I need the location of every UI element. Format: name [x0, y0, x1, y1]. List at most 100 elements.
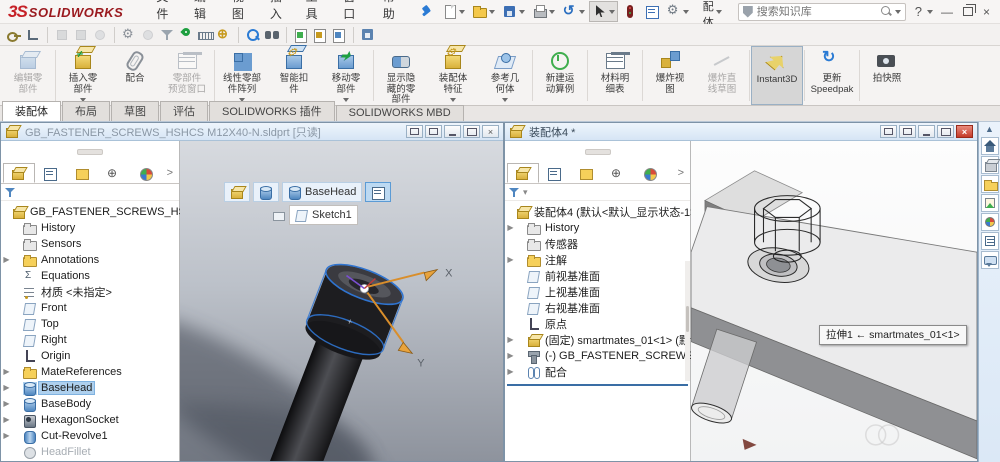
open-button[interactable]	[469, 1, 498, 22]
tree-tabs-overflow[interactable]: >	[167, 163, 179, 183]
print-button[interactable]	[529, 1, 558, 22]
rebuild-button[interactable]	[619, 1, 640, 22]
restore-button[interactable]	[963, 7, 973, 16]
export-sheet-icon[interactable]	[293, 27, 309, 43]
tree-item-gb-fastener[interactable]: ▶(-) GB_FASTENER_SCREWS_HSHCS	[505, 348, 690, 364]
chevron-down-icon[interactable]	[343, 98, 349, 102]
undock-button[interactable]	[899, 125, 916, 138]
panel-grip[interactable]	[1, 141, 179, 163]
location-pin-icon[interactable]	[178, 27, 194, 43]
tab-dimxpertmanager[interactable]	[603, 163, 635, 183]
chevron-down-icon[interactable]	[450, 98, 456, 102]
sketch1-chip[interactable]: Sketch1	[289, 205, 358, 225]
tab-propertymanager[interactable]	[539, 163, 571, 183]
breadcrumb-feature-chip[interactable]: BaseHead	[282, 182, 362, 202]
tree-item-right-plane[interactable]: 右视基准面	[505, 300, 690, 316]
ribbon-take-snapshot[interactable]: 拍快照	[861, 46, 913, 105]
ribbon-show-hidden-components[interactable]: 显示隐 藏的零 部件	[375, 46, 427, 105]
tree-item-material[interactable]: 材质 <未指定>	[1, 284, 179, 300]
expander-icon[interactable]: ▶	[505, 364, 516, 380]
tab-featuremanager[interactable]	[507, 163, 539, 183]
custom-properties-icon[interactable]	[981, 232, 999, 250]
ribbon-explode-line-sketch[interactable]: 爆炸直 线草图	[696, 46, 748, 105]
expander-icon[interactable]: ▶	[1, 396, 12, 412]
isolate-icon[interactable]	[92, 27, 108, 43]
minimize-button[interactable]: —	[941, 6, 953, 18]
tab-displaymanager[interactable]	[131, 163, 163, 183]
undock-button[interactable]	[425, 125, 442, 138]
tree-filter-row[interactable]	[1, 184, 179, 201]
magnifier-icon[interactable]	[245, 27, 261, 43]
ribbon-update-speedpak[interactable]: 更新 Speedpak	[806, 46, 858, 105]
ribbon-new-motion-study[interactable]: 新建运 动算例	[534, 46, 586, 105]
tree-item-matereferences[interactable]: ▶MateReferences	[1, 364, 179, 380]
tree-item-history[interactable]: History	[1, 220, 179, 236]
tree-scrollbar[interactable]	[685, 261, 690, 381]
ribbon-component-preview[interactable]: 零部件 预览窗口	[161, 46, 213, 105]
tree-item-smartmates[interactable]: ▶(固定) smartmates_01<1> (默认<<	[505, 332, 690, 348]
tree-item-mates[interactable]: ▶配合	[505, 364, 690, 380]
tab-displaymanager[interactable]	[635, 163, 667, 183]
assembly-viewport[interactable]: 拉伸1 ← smartmates_01<1>	[691, 141, 977, 461]
chevron-down-icon[interactable]	[502, 98, 508, 102]
child-close-button[interactable]: ×	[482, 125, 499, 138]
models-3d-icon[interactable]	[981, 156, 999, 174]
tree-item-equations[interactable]: Equations	[1, 268, 179, 284]
task-pane-collapse-arrow[interactable]: ▲	[979, 122, 1000, 136]
part-window-titlebar[interactable]: GB_FASTENER_SCREWS_HSHCS M12X40-N.sldprt…	[1, 123, 503, 141]
tab-configurationmanager[interactable]	[67, 163, 99, 183]
color-wheel-icon[interactable]	[981, 213, 999, 231]
tree-item-annotations[interactable]: ▶Annotations	[1, 252, 179, 268]
component-tree-icon[interactable]	[73, 27, 89, 43]
tree-item-origin[interactable]: Origin	[1, 348, 179, 364]
save-button[interactable]	[499, 1, 528, 22]
ribbon-assembly-features[interactable]: 装配体 特征	[427, 46, 479, 105]
ribbon-smart-fasteners[interactable]: 智能扣 件	[268, 46, 320, 105]
tab-assembly[interactable]: 装配体	[2, 101, 61, 121]
child-restore-button[interactable]	[463, 125, 480, 138]
tree-item-origin[interactable]: 原点	[505, 316, 690, 332]
tree-item-front-plane[interactable]: Front	[1, 300, 179, 316]
tree-item-top-plane[interactable]: Top	[1, 316, 179, 332]
tree-item-sensors[interactable]: Sensors	[1, 236, 179, 252]
expander-icon[interactable]: ▶	[1, 412, 12, 428]
child-close-button[interactable]: ×	[956, 125, 973, 138]
ribbon-exploded-view[interactable]: 爆炸视 图	[644, 46, 696, 105]
tab-dimxpertmanager[interactable]	[99, 163, 131, 183]
expander-icon[interactable]: ▶	[505, 348, 516, 364]
options-button[interactable]	[663, 1, 692, 22]
search-icon[interactable]	[880, 5, 893, 18]
tree-item-right-plane[interactable]: Right	[1, 332, 179, 348]
file-properties-button[interactable]	[641, 1, 662, 22]
breadcrumb-sketch-chip[interactable]	[365, 182, 391, 202]
measure-icon[interactable]	[197, 27, 213, 43]
breadcrumb-part-chip[interactable]	[224, 182, 250, 202]
appearances-image-icon[interactable]	[981, 194, 999, 212]
tree-item-cut-revolve1[interactable]: ▶Cut-Revolve1	[1, 428, 179, 444]
home-icon[interactable]	[981, 137, 999, 155]
child-minimize-button[interactable]	[444, 125, 461, 138]
tab-evaluate[interactable]: 评估	[160, 101, 208, 121]
ribbon-bill-of-materials[interactable]: 材料明 细表	[589, 46, 641, 105]
dock-button[interactable]	[880, 125, 897, 138]
design-library-folder-icon[interactable]	[981, 175, 999, 193]
tree-item-basebody[interactable]: ▶BaseBody	[1, 396, 179, 412]
child-minimize-button[interactable]	[918, 125, 935, 138]
tree-item-headfillet[interactable]: HeadFillet	[1, 444, 179, 460]
chevron-down-icon[interactable]	[895, 10, 901, 14]
help-button[interactable]: ?	[912, 4, 925, 19]
export-print-icon[interactable]	[312, 27, 328, 43]
child-restore-button[interactable]	[937, 125, 954, 138]
sphere-icon[interactable]	[140, 27, 156, 43]
tree-filter-row[interactable]: ▾	[505, 184, 690, 201]
ribbon-move-component[interactable]: 移动零 部件	[320, 46, 372, 105]
corner-rectangle-icon[interactable]	[25, 27, 41, 43]
assembly-viewport-canvas[interactable]	[691, 141, 977, 461]
ribbon-linear-pattern[interactable]: 线性零部 件阵列	[216, 46, 268, 105]
tree-item-history[interactable]: ▶History	[505, 220, 690, 236]
expander-icon[interactable]: ▶	[1, 428, 12, 444]
search-input[interactable]	[757, 6, 880, 18]
undo-button[interactable]	[559, 1, 588, 22]
expander-icon[interactable]: ▶	[505, 332, 516, 348]
ribbon-insert-component[interactable]: 插入零 部件	[57, 46, 109, 105]
